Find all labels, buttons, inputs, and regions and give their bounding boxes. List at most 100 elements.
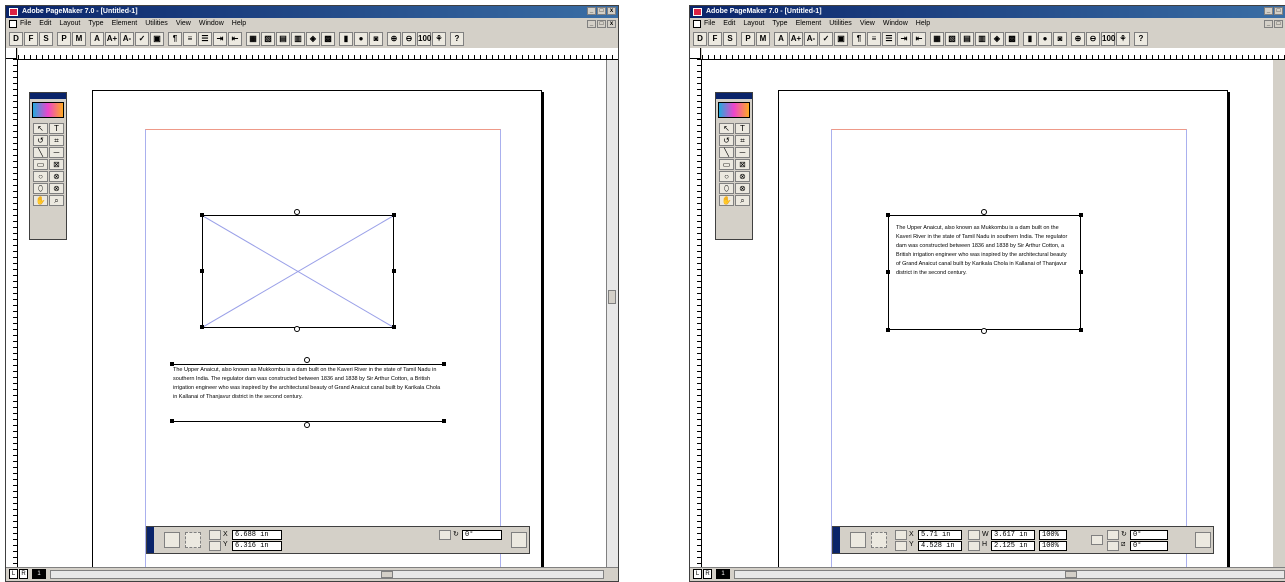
menu-layout[interactable]: Layout [743, 18, 764, 30]
selection-handle[interactable] [170, 419, 174, 423]
menu-element[interactable]: Element [796, 18, 822, 30]
menu-view[interactable]: View [176, 18, 191, 30]
toolbar-button-icon[interactable]: 100 [417, 32, 431, 46]
right-master-page-icon[interactable]: R [703, 569, 712, 579]
toolbar-button-icon[interactable]: ▣ [834, 32, 848, 46]
toolbar-button-icon[interactable]: ≡ [183, 32, 197, 46]
close-button[interactable]: x [607, 7, 616, 15]
x-position-field[interactable]: 6.688 in [232, 530, 282, 540]
toolbar-button-icon[interactable]: ● [354, 32, 368, 46]
toolbar-button-icon[interactable]: ▩ [1005, 32, 1019, 46]
proxy-icon[interactable] [871, 532, 887, 548]
tool-icon[interactable]: ⌗ [49, 135, 64, 146]
toolbar-button-icon[interactable]: ≡ [867, 32, 881, 46]
menu-file[interactable]: File [704, 18, 715, 30]
document-icon[interactable] [9, 20, 17, 28]
tool-icon[interactable]: ↺ [33, 135, 48, 146]
nudge-x-icon[interactable] [209, 530, 221, 540]
tool-icon[interactable]: ↺ [719, 135, 734, 146]
selection-handle[interactable] [200, 213, 204, 217]
horizontal-ruler[interactable] [702, 48, 1285, 60]
apply-icon[interactable] [164, 532, 180, 548]
height-scale-field[interactable]: 100% [1039, 541, 1067, 551]
width-field[interactable]: 3.617 in [991, 530, 1035, 540]
selection-handle[interactable] [442, 419, 446, 423]
windowshade-handle[interactable] [981, 328, 987, 334]
x-position-field[interactable]: 5.71 in [918, 530, 962, 540]
tool-icon[interactable]: ⌕ [49, 195, 64, 206]
scroll-thumb[interactable] [381, 571, 393, 578]
color-indicator[interactable] [32, 102, 64, 118]
toolbar-button-icon[interactable]: A+ [789, 32, 803, 46]
image-placeholder-frame[interactable] [202, 215, 394, 328]
y-position-field[interactable]: 4.528 in [918, 541, 962, 551]
nudge-y-icon[interactable] [209, 541, 221, 551]
toolbar-button-icon[interactable]: ? [450, 32, 464, 46]
tool-icon[interactable]: ▭ [719, 159, 734, 170]
tool-icon[interactable]: ⬯ [719, 183, 734, 194]
menu-type[interactable]: Type [772, 18, 787, 30]
width-scale-field[interactable]: 100% [1039, 530, 1067, 540]
tool-icon[interactable]: ○ [719, 171, 734, 182]
toolbar-button-icon[interactable]: ▮ [339, 32, 353, 46]
menu-view[interactable]: View [860, 18, 875, 30]
toolbar-button-icon[interactable]: A [90, 32, 104, 46]
toolbar-button-icon[interactable]: ▤ [960, 32, 974, 46]
selection-handle[interactable] [1079, 270, 1083, 274]
framed-text-block[interactable]: The Upper Anaicut, also known as Mukkomb… [896, 224, 1072, 278]
toolbar-button-icon[interactable]: ⊖ [1086, 32, 1100, 46]
menu-utilities[interactable]: Utilities [829, 18, 852, 30]
toolbar-button-icon[interactable]: ⊖ [402, 32, 416, 46]
rotation-field[interactable]: 0° [462, 530, 502, 540]
tool-icon[interactable]: ⌗ [735, 135, 750, 146]
document-icon[interactable] [693, 20, 701, 28]
toolbar-button-icon[interactable]: ▧ [261, 32, 275, 46]
toolbar-button-icon[interactable]: M [72, 32, 86, 46]
tool-icon[interactable]: T [49, 123, 64, 134]
toolbar-button-icon[interactable]: ▮ [1023, 32, 1037, 46]
toolbar-button-icon[interactable]: ⊕ [1071, 32, 1085, 46]
flip-icon[interactable] [1195, 532, 1211, 548]
toolbar-button-icon[interactable]: ⇥ [213, 32, 227, 46]
toolbar-button-icon[interactable]: A- [804, 32, 818, 46]
toolbar-button-icon[interactable]: ⊕ [387, 32, 401, 46]
nudge-w-icon[interactable] [968, 530, 980, 540]
selection-handle[interactable] [886, 328, 890, 332]
toolbar-button-icon[interactable]: ☰ [198, 32, 212, 46]
doc-minimize-button[interactable]: _ [1264, 20, 1273, 28]
toolbar-button-icon[interactable]: ⚘ [432, 32, 446, 46]
doc-minimize-button[interactable]: _ [587, 20, 596, 28]
selection-handle[interactable] [200, 325, 204, 329]
toolbar-button-icon[interactable]: ▩ [321, 32, 335, 46]
nudge-h-icon[interactable] [968, 541, 980, 551]
menu-file[interactable]: File [20, 18, 31, 30]
proportional-scaling-icon[interactable] [1091, 535, 1103, 545]
menu-help[interactable]: Help [916, 18, 930, 30]
toolbar-button-icon[interactable]: 100 [1101, 32, 1115, 46]
tool-icon[interactable]: ⊗ [735, 183, 750, 194]
nudge-x-icon[interactable] [895, 530, 907, 540]
selection-handle[interactable] [392, 325, 396, 329]
toolbox-title-bar[interactable] [716, 93, 752, 99]
scroll-thumb[interactable] [608, 290, 616, 304]
toolbar-button-icon[interactable]: ◈ [990, 32, 1004, 46]
tool-icon[interactable]: ⊗ [49, 171, 64, 182]
toolbar-button-icon[interactable]: ⇥ [897, 32, 911, 46]
doc-close-button[interactable]: x [607, 20, 616, 28]
height-field[interactable]: 2.125 in [991, 541, 1035, 551]
tool-icon[interactable]: ⊠ [735, 159, 750, 170]
tool-icon[interactable]: ↖ [719, 123, 734, 134]
toolbar-button-icon[interactable]: ⇤ [228, 32, 242, 46]
tool-icon[interactable]: ▭ [33, 159, 48, 170]
menu-window[interactable]: Window [199, 18, 224, 30]
tool-icon[interactable]: ⊗ [49, 183, 64, 194]
horizontal-scrollbar[interactable] [50, 570, 604, 579]
selection-handle[interactable] [200, 269, 204, 273]
horizontal-ruler[interactable] [18, 48, 618, 60]
toolbar-button-icon[interactable]: ? [1134, 32, 1148, 46]
toolbar-button-icon[interactable]: ◈ [306, 32, 320, 46]
toolbar-button-icon[interactable]: ☰ [882, 32, 896, 46]
horizontal-scrollbar[interactable] [734, 570, 1285, 579]
toolbar-button-icon[interactable]: ▤ [276, 32, 290, 46]
minimize-button[interactable]: _ [587, 7, 596, 15]
